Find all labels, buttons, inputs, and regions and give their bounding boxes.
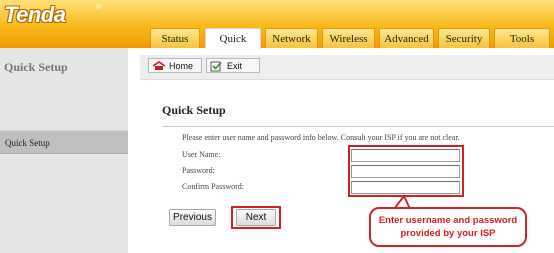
home-icon	[152, 61, 166, 70]
fields-highlight-box	[348, 145, 464, 197]
sidebar-title: Quick Setup	[4, 60, 68, 74]
instruction-text: Please enter user name and password info…	[182, 133, 460, 142]
header-bar: Tenda ® Status Quick Setup Network Wirel…	[0, 0, 554, 65]
title-divider	[162, 126, 554, 127]
home-button[interactable]: Home	[148, 58, 202, 73]
registered-mark: ®	[96, 4, 102, 11]
annotation-callout: Enter username and password provided by …	[369, 207, 527, 247]
confirm-password-label: Confirm Password:	[182, 182, 244, 191]
page-title: Quick Setup	[162, 103, 226, 117]
next-highlight-box	[231, 206, 281, 229]
tab-network[interactable]: Network	[265, 28, 318, 48]
exit-icon	[210, 61, 222, 72]
sidebar: Quick Setup Quick Setup	[0, 48, 128, 253]
home-label: Home	[169, 61, 194, 71]
tab-status[interactable]: Status	[150, 28, 200, 48]
toolbar: Home Exit	[140, 55, 554, 80]
tab-advanced[interactable]: Advanced	[379, 28, 434, 48]
tab-quick-setup[interactable]: Quick Setup	[205, 28, 261, 65]
password-label: Password:	[182, 166, 215, 175]
username-label: User Name:	[182, 150, 221, 159]
exit-button[interactable]: Exit	[206, 58, 260, 73]
exit-label: Exit	[227, 61, 243, 71]
callout-line-2: provided by your ISP	[400, 228, 496, 239]
tab-security[interactable]: Security	[438, 28, 490, 48]
callout-line-1: Enter username and password	[378, 215, 518, 226]
sidebar-item-quick-setup[interactable]: Quick Setup	[0, 130, 128, 154]
tab-wireless[interactable]: Wireless	[322, 28, 375, 48]
tenda-logo: Tenda	[4, 2, 66, 27]
tab-tools[interactable]: Tools	[494, 28, 550, 48]
previous-button[interactable]: Previous	[169, 209, 216, 226]
